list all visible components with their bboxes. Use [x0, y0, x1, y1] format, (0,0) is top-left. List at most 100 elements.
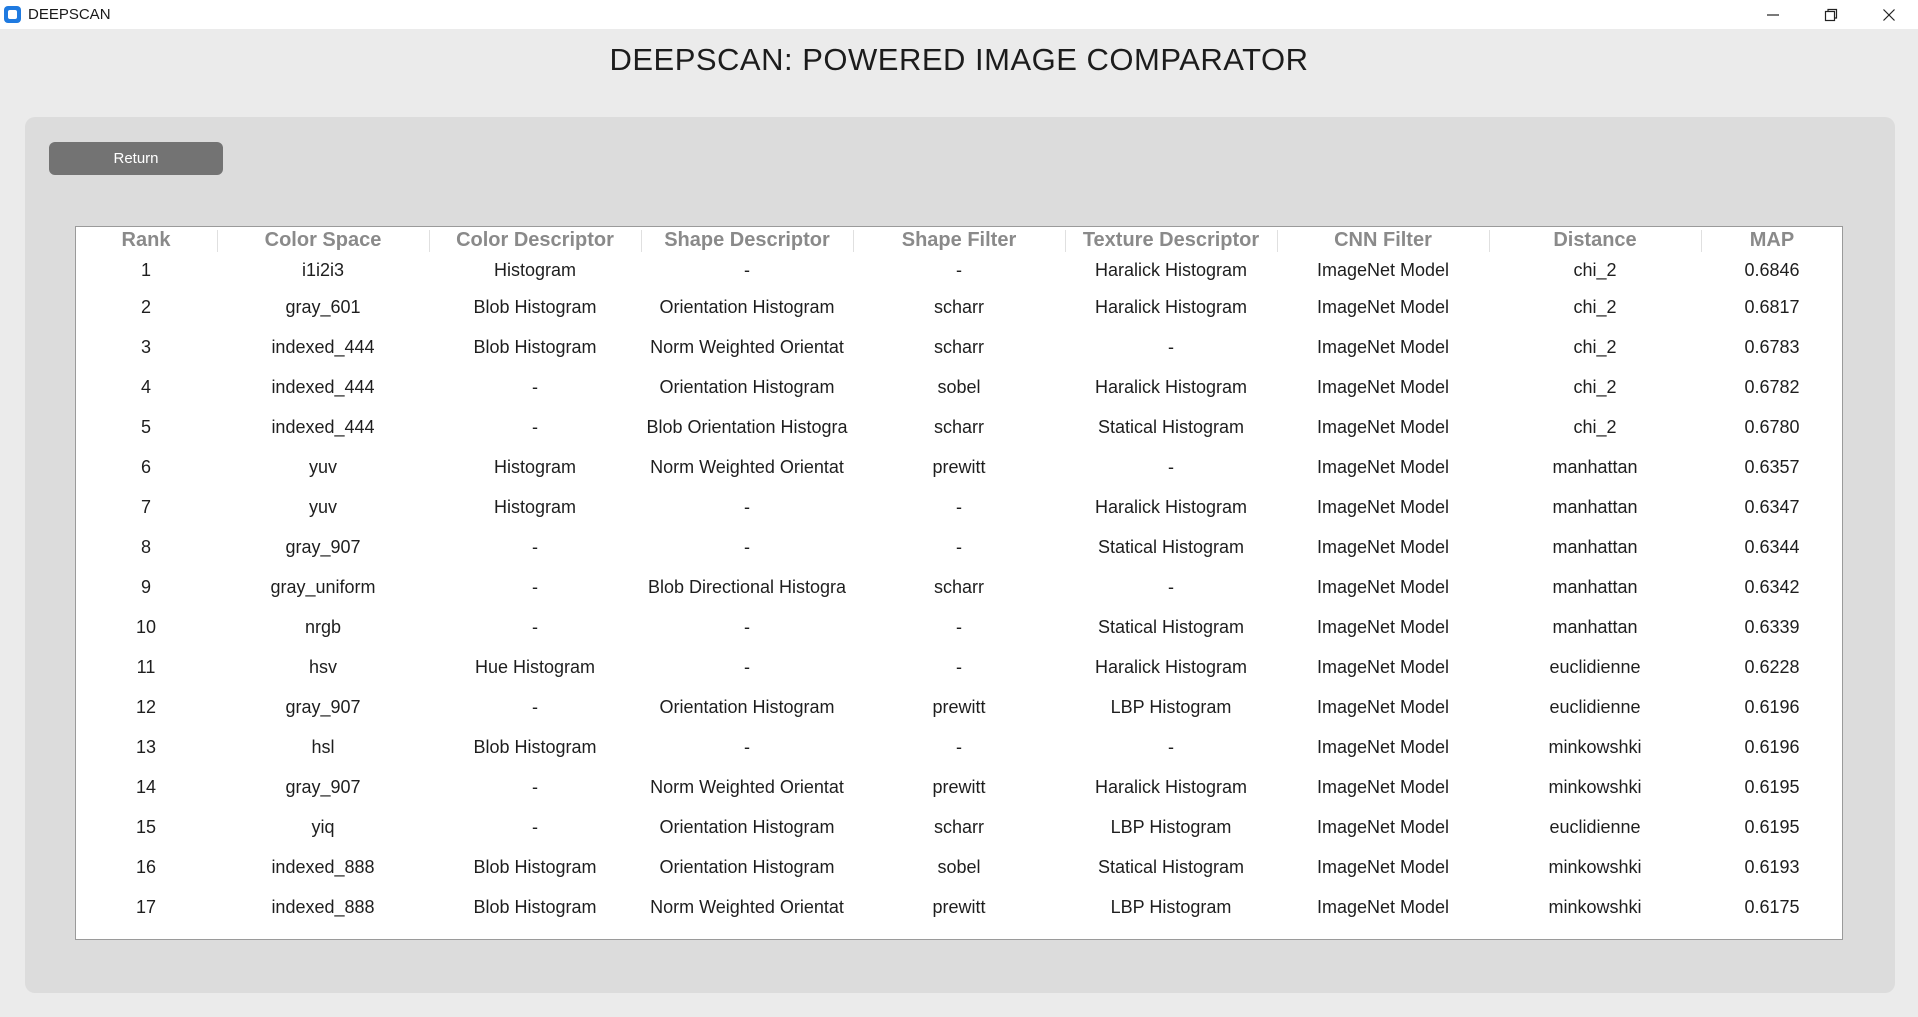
close-icon[interactable]: [1860, 0, 1918, 29]
cell-text: 16: [135, 856, 157, 877]
table-row[interactable]: 4 indexed_444 - Orientation Histogram sobel H…: [75, 367, 1843, 407]
cell-color-space: gray_907: [217, 767, 429, 807]
cell-map: 0.6193: [1701, 847, 1843, 887]
cell-text: chi_2: [1573, 296, 1617, 317]
cell-text: ImageNet Model: [1316, 416, 1450, 437]
cell-text: 5: [140, 416, 151, 437]
table-row[interactable]: 17 indexed_888 Blob Histogram Norm Weighted…: [75, 887, 1843, 927]
app-logo-icon: [4, 6, 21, 23]
cell-text: Blob Histogram: [473, 336, 597, 357]
cell-rank: 12: [75, 687, 217, 727]
table-row[interactable]: 5 indexed_444 - Blob Orientation Histogra sc…: [75, 407, 1843, 447]
cell-distance: minkowshki: [1489, 767, 1701, 807]
table-row[interactable]: 16 indexed_888 Blob Histogram Orientation H…: [75, 847, 1843, 887]
cell-rank: 8: [75, 527, 217, 567]
restore-icon[interactable]: [1802, 0, 1860, 29]
cell-cnn-filter: ImageNet Model: [1277, 287, 1489, 327]
cell-color-space: yuv: [217, 447, 429, 487]
cell-shape-descriptor: Norm Weighted Orientat: [641, 767, 853, 807]
table-row[interactable]: 13 hsl Blob Histogram - - - ImageNet Model mink…: [75, 727, 1843, 767]
cell-shape-descriptor: -: [641, 607, 853, 647]
cell-text: Histogram: [493, 456, 577, 477]
cell-distance: manhattan: [1489, 527, 1701, 567]
cell-color-descriptor: Histogram: [429, 447, 641, 487]
table-row[interactable]: 1 i1i2i3 Histogram - - Haralick Histogram Imag…: [75, 253, 1843, 287]
cell-shape-filter: -: [853, 647, 1065, 687]
table-row[interactable]: 2 gray_601 Blob Histogram Orientation Histo…: [75, 287, 1843, 327]
cell-text: ImageNet Model: [1316, 456, 1450, 477]
cell-text: Haralick Histogram: [1094, 656, 1248, 677]
window-controls: [1744, 0, 1918, 29]
cell-texture-descriptor: -: [1065, 447, 1277, 487]
cell-shape-filter: prewitt: [853, 447, 1065, 487]
cell-text: 4: [140, 376, 151, 397]
results-table: Rank Color Space Color Descriptor Shape Des…: [75, 227, 1843, 927]
cell-text: -: [532, 376, 538, 397]
cell-rank: 15: [75, 807, 217, 847]
cell-text: scharr: [933, 336, 984, 357]
table-row[interactable]: 6 yuv Histogram Norm Weighted Orientat prewi…: [75, 447, 1843, 487]
table-row[interactable]: 7 yuv Histogram - - Haralick Histogram ImageNe…: [75, 487, 1843, 527]
cell-shape-descriptor: Blob Directional Histogra: [641, 567, 853, 607]
cell-cnn-filter: ImageNet Model: [1277, 847, 1489, 887]
cell-distance: manhattan: [1489, 567, 1701, 607]
cell-text: yuv: [308, 496, 337, 517]
cell-text: -: [1168, 576, 1174, 597]
cell-text: 10: [135, 616, 157, 637]
cell-text: indexed_888: [271, 856, 375, 877]
table-row[interactable]: 12 gray_907 - Orientation Histogram prewitt L…: [75, 687, 1843, 727]
cell-color-space: indexed_444: [217, 407, 429, 447]
cell-shape-filter: -: [853, 253, 1065, 287]
cell-cnn-filter: ImageNet Model: [1277, 447, 1489, 487]
return-button[interactable]: Return: [49, 142, 223, 175]
table-row[interactable]: 14 gray_907 - Norm Weighted Orientat prewitt…: [75, 767, 1843, 807]
cell-color-descriptor: Hue Histogram: [429, 647, 641, 687]
cell-text: scharr: [933, 816, 984, 837]
table-row[interactable]: 3 indexed_444 Blob Histogram Norm Weighted …: [75, 327, 1843, 367]
cell-texture-descriptor: Haralick Histogram: [1065, 647, 1277, 687]
cell-text: -: [532, 416, 538, 437]
cell-text: Orientation Histogram: [659, 296, 835, 317]
cell-text: chi_2: [1573, 376, 1617, 397]
table-row[interactable]: 10 nrgb - - - Statical Histogram ImageNet Mode…: [75, 607, 1843, 647]
cell-map: 0.6339: [1701, 607, 1843, 647]
cell-text: 0.6783: [1744, 336, 1800, 357]
cell-text: i1i2i3: [301, 259, 345, 280]
table-row[interactable]: 15 yiq - Orientation Histogram scharr LBP His…: [75, 807, 1843, 847]
cell-shape-filter: -: [853, 607, 1065, 647]
cell-distance: manhattan: [1489, 487, 1701, 527]
cell-text: -: [956, 616, 962, 637]
column-header-shape-descriptor: Shape Descriptor: [641, 227, 853, 253]
cell-text: scharr: [933, 416, 984, 437]
cell-color-descriptor: -: [429, 807, 641, 847]
cell-color-space: hsv: [217, 647, 429, 687]
cell-text: -: [744, 616, 750, 637]
cell-text: chi_2: [1573, 336, 1617, 357]
cell-text: -: [744, 536, 750, 557]
cell-texture-descriptor: -: [1065, 327, 1277, 367]
cell-color-descriptor: -: [429, 367, 641, 407]
cell-cnn-filter: ImageNet Model: [1277, 567, 1489, 607]
table-row[interactable]: 9 gray_uniform - Blob Directional Histogra s…: [75, 567, 1843, 607]
cell-text: ImageNet Model: [1316, 376, 1450, 397]
table-row[interactable]: 11 hsv Hue Histogram - - Haralick Histogram Im…: [75, 647, 1843, 687]
cell-color-space: nrgb: [217, 607, 429, 647]
cell-shape-filter: sobel: [853, 367, 1065, 407]
cell-text: Statical Histogram: [1097, 616, 1245, 637]
minimize-icon[interactable]: [1744, 0, 1802, 29]
cell-text: Blob Histogram: [473, 296, 597, 317]
table-row[interactable]: 8 gray_907 - - - Statical Histogram ImageNet M…: [75, 527, 1843, 567]
cell-text: gray_907: [285, 696, 361, 717]
cell-text: chi_2: [1573, 416, 1617, 437]
cell-color-space: gray_907: [217, 687, 429, 727]
cell-rank: 3: [75, 327, 217, 367]
cell-text: Orientation Histogram: [659, 856, 835, 877]
cell-color-space: indexed_444: [217, 367, 429, 407]
cell-distance: chi_2: [1489, 253, 1701, 287]
cell-text: ImageNet Model: [1316, 259, 1450, 280]
cell-texture-descriptor: Haralick Histogram: [1065, 367, 1277, 407]
cell-distance: minkowshki: [1489, 847, 1701, 887]
cell-text: -: [532, 816, 538, 837]
cell-texture-descriptor: Statical Histogram: [1065, 407, 1277, 447]
cell-text: -: [956, 656, 962, 677]
